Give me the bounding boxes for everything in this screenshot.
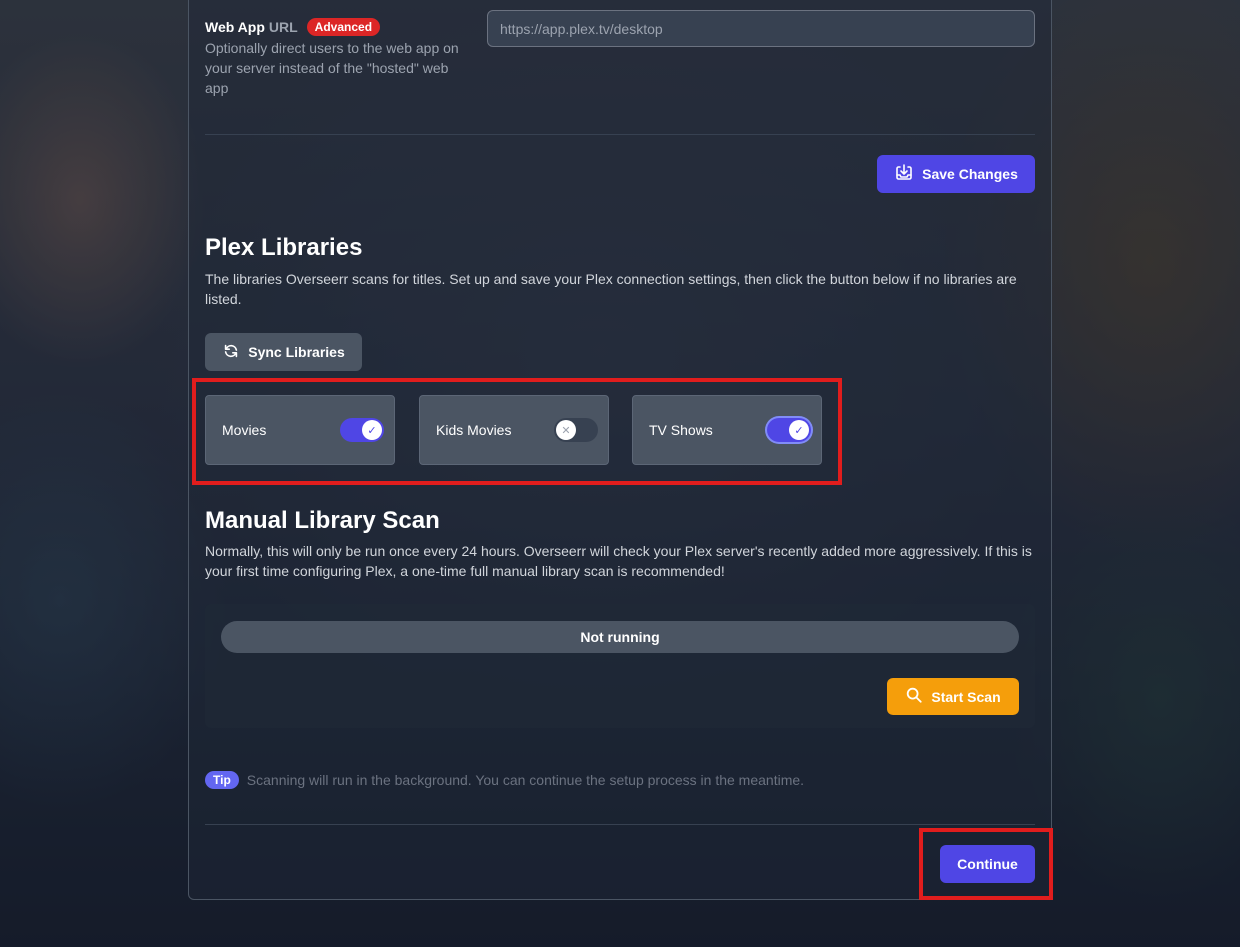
tip-text: Scanning will run in the background. You… bbox=[246, 772, 805, 788]
web-app-label-text: Web App bbox=[205, 19, 265, 35]
x-icon: ✕ bbox=[556, 420, 576, 440]
start-scan-label: Start Scan bbox=[931, 688, 1001, 705]
web-app-url-label: Web App URL Advanced bbox=[205, 18, 381, 36]
library-toggle-tv-shows[interactable]: ✓ bbox=[767, 418, 811, 442]
save-changes-label: Save Changes bbox=[922, 166, 1018, 182]
plex-libraries-description: The libraries Overseerr scans for titles… bbox=[205, 271, 1017, 307]
tip-row: Tip Scanning will run in the background.… bbox=[205, 771, 804, 789]
web-app-url-input[interactable] bbox=[487, 10, 1035, 47]
advanced-badge: Advanced bbox=[306, 18, 381, 36]
tip-badge: Tip bbox=[205, 771, 239, 789]
library-name: Movies bbox=[222, 422, 267, 438]
manual-scan-title: Manual Library Scan bbox=[205, 507, 440, 534]
scan-status-text: Not running bbox=[580, 629, 660, 645]
continue-label: Continue bbox=[957, 856, 1018, 872]
sync-libraries-button[interactable]: Sync Libraries bbox=[205, 333, 362, 371]
library-card-movies: Movies ✓ bbox=[205, 395, 395, 465]
scan-status-bar: Not running bbox=[221, 621, 1019, 653]
library-card-tv-shows: TV Shows ✓ bbox=[632, 395, 822, 465]
check-icon: ✓ bbox=[362, 420, 382, 440]
library-toggle-kids-movies[interactable]: ✕ bbox=[554, 418, 598, 442]
save-changes-button[interactable]: Save Changes bbox=[877, 155, 1035, 193]
refresh-icon bbox=[222, 342, 240, 363]
section-divider bbox=[205, 134, 1035, 135]
library-name: Kids Movies bbox=[436, 422, 512, 438]
manual-scan-description: Normally, this will only be run once eve… bbox=[205, 543, 1032, 579]
footer-divider bbox=[205, 824, 1035, 825]
sync-libraries-label: Sync Libraries bbox=[248, 344, 345, 360]
library-card-kids-movies: Kids Movies ✕ bbox=[419, 395, 609, 465]
continue-button[interactable]: Continue bbox=[940, 845, 1035, 883]
download-tray-icon bbox=[894, 163, 914, 186]
plex-libraries-title: Plex Libraries bbox=[205, 234, 363, 261]
check-icon: ✓ bbox=[789, 420, 809, 440]
library-name: TV Shows bbox=[649, 422, 713, 438]
library-toggle-movies[interactable]: ✓ bbox=[340, 418, 384, 442]
search-icon bbox=[905, 686, 923, 707]
start-scan-button[interactable]: Start Scan bbox=[887, 678, 1019, 715]
web-app-url-hint: Optionally direct users to the web app o… bbox=[205, 40, 459, 96]
web-app-label-url-text: URL bbox=[268, 19, 298, 35]
